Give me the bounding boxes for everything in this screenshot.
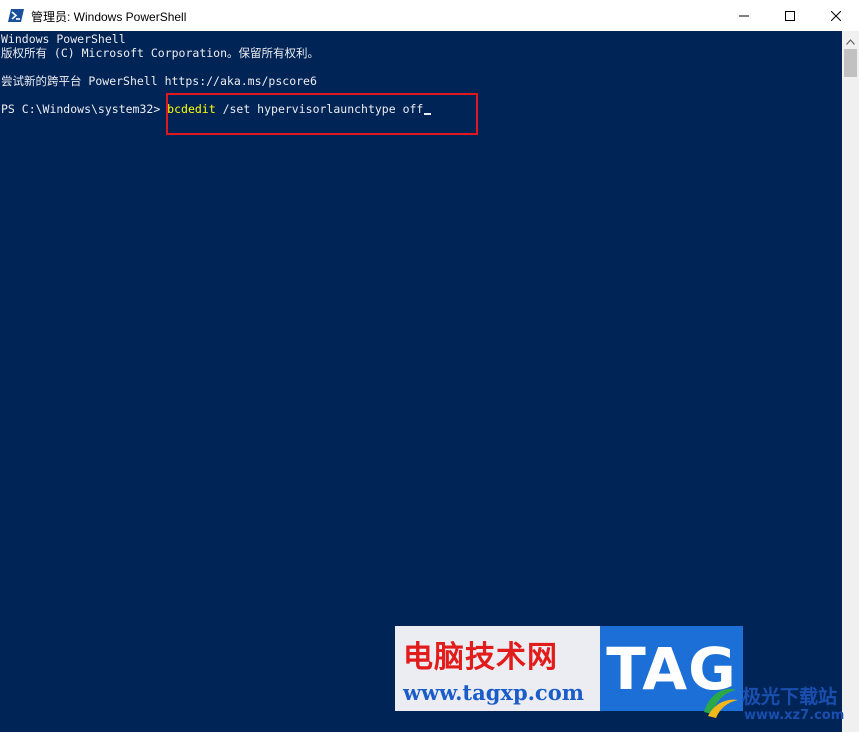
minimize-button[interactable] <box>721 0 767 31</box>
watermark2-url: www.xz7.com <box>744 708 845 723</box>
console-line: 尝试新的跨平台 PowerShell https://aka.ms/pscore… <box>1 74 317 88</box>
maximize-icon <box>785 10 795 21</box>
chevron-up-icon <box>846 30 855 49</box>
watermark-xz7: 极光下载站 www.xz7.com <box>700 676 850 726</box>
console-line: Windows PowerShell <box>1 32 126 46</box>
minimize-icon <box>739 11 749 21</box>
scroll-thumb[interactable] <box>844 49 857 77</box>
watermark-tagxp: 电脑技术网 www.tagxp.com TAG <box>395 626 743 711</box>
watermark-panel: 电脑技术网 www.tagxp.com <box>395 626 600 711</box>
prompt: PS C:\Windows\system32> <box>1 102 168 116</box>
powershell-icon <box>8 8 24 23</box>
watermark-site-url: www.tagxp.com <box>403 680 584 705</box>
window-title: 管理员: Windows PowerShell <box>31 10 187 24</box>
watermark2-name: 极光下载站 <box>742 686 838 708</box>
maximize-button[interactable] <box>767 0 813 31</box>
vertical-scrollbar[interactable] <box>842 31 859 732</box>
title-bar: 管理员: Windows PowerShell <box>0 0 859 32</box>
aurora-logo-icon <box>700 682 740 720</box>
close-button[interactable] <box>813 0 859 31</box>
watermark-site-name: 电脑技术网 <box>403 640 558 675</box>
close-icon <box>831 10 841 21</box>
scroll-up-button[interactable] <box>842 31 859 48</box>
highlight-box <box>166 93 478 135</box>
console-line: 版权所有 (C) Microsoft Corporation。保留所有权利。 <box>1 46 320 60</box>
